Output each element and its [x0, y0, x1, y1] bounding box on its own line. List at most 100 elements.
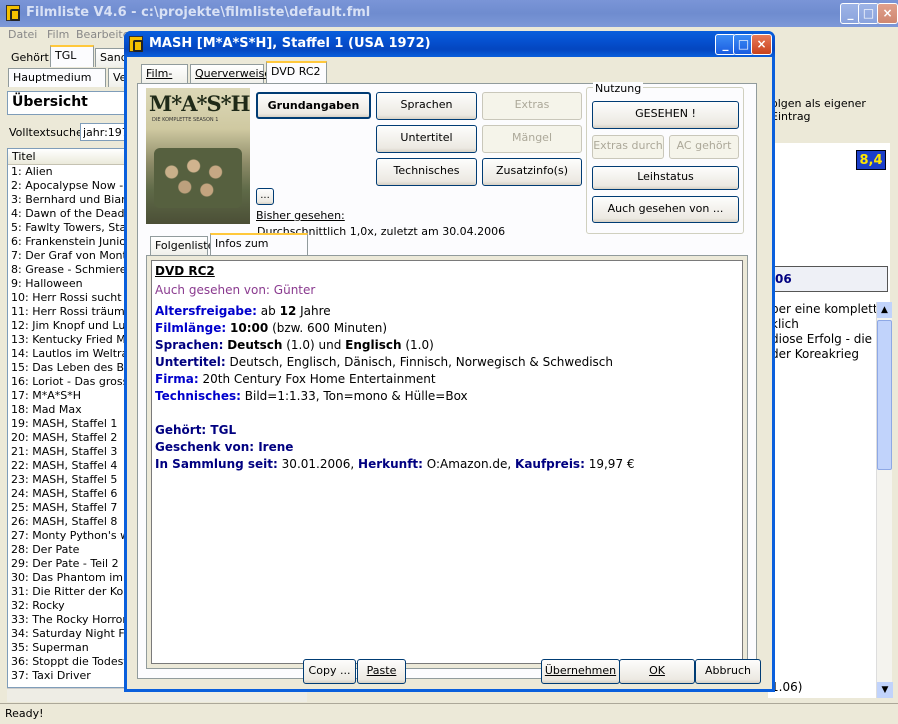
zusatzinfo-button[interactable]: Zusatzinfo(s) — [482, 158, 582, 186]
list-item[interactable]: 16: Loriot - Das grosse S — [11, 375, 136, 389]
volltext-input[interactable] — [80, 123, 128, 141]
list-item[interactable]: 2: Apocalypse Now - Re — [11, 179, 136, 193]
dots-button[interactable]: ... — [256, 188, 274, 205]
info-herkunft-label: Herkunft: — [358, 457, 423, 471]
ac-gehoert-button[interactable]: AC gehört — [669, 135, 739, 159]
list-item[interactable]: 28: Der Pate — [11, 543, 136, 557]
info-alter-pre: ab — [260, 304, 276, 318]
list-item[interactable]: 23: MASH, Staffel 5 — [11, 473, 136, 487]
untertitel-button[interactable]: Untertitel — [376, 125, 477, 153]
list-item[interactable]: 37: Taxi Driver — [11, 669, 136, 683]
list-item[interactable]: 7: Der Graf von Monte C — [11, 249, 136, 263]
tab-film-info[interactable]: Film-Info — [141, 64, 188, 98]
list-item[interactable]: 12: Jim Knopf und Lukas — [11, 319, 136, 333]
scroll-thumb[interactable] — [877, 320, 892, 470]
gesehen-button[interactable]: GESEHEN ! — [592, 101, 739, 129]
menu-datei[interactable]: Datei — [8, 28, 37, 41]
maximize-icon[interactable]: □ — [858, 3, 879, 24]
auch-gesehen-button[interactable]: Auch gesehen von ... — [592, 196, 739, 223]
list-item[interactable]: 29: Der Pate - Teil 2 — [11, 557, 136, 571]
list-item[interactable]: 5: Fawlty Towers, Staffe — [11, 221, 136, 235]
list-item[interactable]: 26: MASH, Staffel 8 — [11, 515, 136, 529]
list-item[interactable]: 19: MASH, Staffel 1 — [11, 417, 136, 431]
uebersicht-title: Übersicht — [12, 94, 88, 110]
info-kaufpreis-label: Kaufpreis: — [515, 457, 585, 471]
list-item[interactable]: 15: Das Leben des Brian — [11, 361, 136, 375]
info-tech-label: Technisches: — [155, 389, 241, 403]
tab-querverweise[interactable]: Querverweise — [190, 64, 271, 83]
info-sammlung-value: 30.01.2006, — [281, 457, 355, 471]
leihstatus-button[interactable]: Leihstatus — [592, 166, 739, 190]
nutzung-legend: Nutzung — [593, 82, 644, 95]
list-item[interactable]: 31: Die Ritter der Kokos — [11, 585, 136, 599]
abbruch-button[interactable]: Abbruch — [695, 659, 761, 684]
grundangaben-button[interactable]: Grundangaben — [256, 92, 371, 119]
extras-durch-button[interactable]: Extras durch — [592, 135, 664, 159]
info-sprachen-2v: (1.0) — [405, 338, 434, 352]
dialog-title-bar[interactable]: MASH [M*A*S*H], Staffel 1 (USA 1972) _ □… — [124, 31, 775, 57]
tab-folgenliste[interactable]: Folgenliste — [150, 236, 214, 255]
list-item[interactable]: 20: MASH, Staffel 2 — [11, 431, 136, 445]
status-bar: Ready! — [0, 703, 898, 724]
list-item[interactable]: 11: Herr Rossi träumt — [11, 305, 136, 319]
list-item[interactable]: 1: Alien — [11, 165, 136, 179]
copy-button[interactable]: Copy ... — [303, 659, 356, 684]
tab-infos-zum-medium[interactable]: Infos zum Medium — [210, 233, 308, 268]
list-item[interactable]: 8: Grease - Schmiere — [11, 263, 136, 277]
app-icon — [6, 5, 20, 21]
right-text: ber eine komplett klich diose Erfolg - d… — [771, 302, 878, 362]
list-item[interactable]: 17: M*A*S*H — [11, 389, 136, 403]
scroll-up-icon[interactable]: ▲ — [877, 302, 892, 318]
list-item[interactable]: 3: Bernhard und Bianca — [11, 193, 136, 207]
dialog-title: MASH [M*A*S*H], Staffel 1 (USA 1972) — [149, 36, 431, 51]
tab-hauptmedium[interactable]: Hauptmedium (F6): — [8, 68, 106, 102]
list-item[interactable]: 18: Mad Max — [11, 403, 136, 417]
ok-button[interactable]: OK — [619, 659, 695, 684]
list-item[interactable]: 9: Halloween — [11, 277, 136, 291]
dialog-body: Film-Info Querverweise DVD RC2 M*A*S*H D… — [127, 57, 772, 689]
close-icon[interactable]: × — [877, 3, 898, 24]
right-text-line: ber eine komplett — [771, 302, 878, 316]
technisches-button[interactable]: Technisches — [376, 158, 477, 186]
right-text-line: diose Erfolg - die — [771, 332, 873, 346]
list-item[interactable]: 4: Dawn of the Dead / Z — [11, 207, 136, 221]
sprachen-button[interactable]: Sprachen — [376, 92, 477, 120]
main-title-bar[interactable]: Filmliste V4.6 - c:\projekte\filmliste\d… — [0, 0, 898, 27]
list-item[interactable]: 36: Stoppt die Todesfah — [11, 655, 136, 669]
info-auch-gesehen: Auch gesehen von: Günter — [155, 282, 742, 299]
info-sprachen-1v: (1.0) und — [286, 338, 342, 352]
infos-panel: DVD RC2 Auch gesehen von: Günter Altersf… — [146, 255, 748, 669]
ok-button-label: OK — [649, 664, 665, 677]
list-item[interactable]: 24: MASH, Staffel 6 — [11, 487, 136, 501]
info-sammlung-label: In Sammlung seit: — [155, 457, 278, 471]
list-item[interactable]: 33: The Rocky Horror P — [11, 613, 136, 627]
tab-gehoert-tgl[interactable]: TGL — [50, 45, 94, 67]
menu-film[interactable]: Film — [47, 28, 69, 41]
list-item[interactable]: 21: MASH, Staffel 3 — [11, 445, 136, 459]
uebernehmen-button[interactable]: Übernehmen — [541, 659, 620, 684]
info-laenge-value: 10:00 — [230, 321, 269, 335]
list-header-titel[interactable]: Titel — [8, 149, 136, 165]
list-item[interactable]: 6: Frankenstein Junior — [11, 235, 136, 249]
right-vscrollbar[interactable]: ▲ ▼ — [876, 302, 893, 698]
maengel-button[interactable]: Mängel — [482, 125, 582, 153]
list-item[interactable]: 27: Monty Python's wun — [11, 529, 136, 543]
right-text-line: der Koreakrieg — [771, 347, 859, 361]
list-item[interactable]: 14: Lautlos im Weltraum — [11, 347, 136, 361]
extras-button[interactable]: Extras — [482, 92, 582, 120]
film-list[interactable]: Titel 1: Alien 2: Apocalypse Now - Re 3: B… — [7, 148, 137, 688]
scroll-down-icon[interactable]: ▼ — [877, 682, 893, 698]
list-item[interactable]: 35: Superman — [11, 641, 136, 655]
tab-dvd-rc2[interactable]: DVD RC2 — [266, 61, 327, 83]
paste-button[interactable]: Paste — [357, 659, 406, 684]
list-item[interactable]: 30: Das Phantom im Par — [11, 571, 136, 585]
list-item[interactable]: 13: Kentucky Fried Mov — [11, 333, 136, 347]
dialog-close-icon[interactable]: × — [751, 34, 772, 55]
list-item[interactable]: 25: MASH, Staffel 7 — [11, 501, 136, 515]
info-alter-label: Altersfreigabe: — [155, 304, 257, 318]
list-item[interactable]: 32: Rocky — [11, 599, 136, 613]
list-item[interactable]: 10: Herr Rossi sucht das — [11, 291, 136, 305]
list-item[interactable]: 34: Saturday Night Feve — [11, 627, 136, 641]
list-item[interactable]: 22: MASH, Staffel 4 — [11, 459, 136, 473]
uebernehmen-button-label: Übernehmen — [544, 664, 617, 677]
